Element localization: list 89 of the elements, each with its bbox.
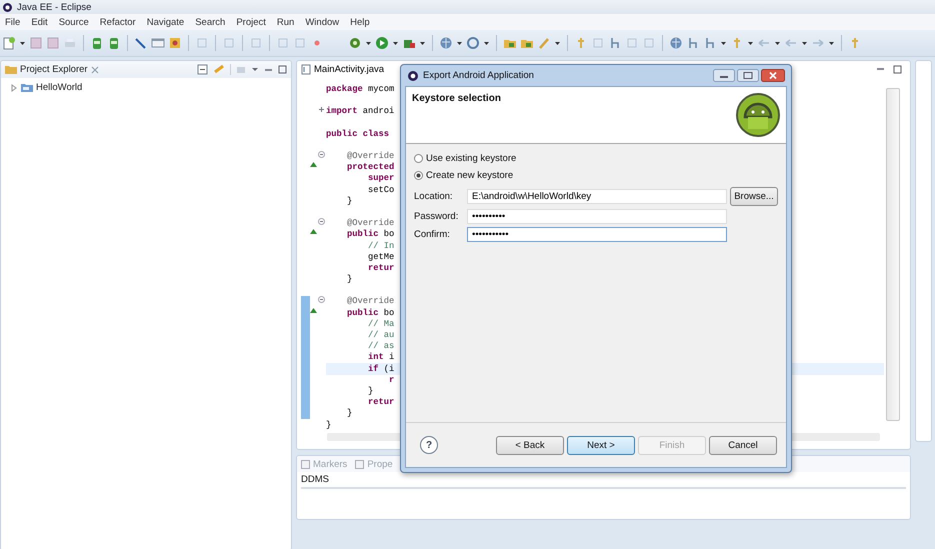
menu-item[interactable]: Run [272,16,300,28]
minimize-button[interactable] [713,69,735,82]
code-line: // Ma [367,318,394,330]
collapse-icon[interactable] [318,296,326,304]
code-line: @Override [346,218,394,230]
robot-icon [736,93,780,137]
panel-icon [301,460,310,468]
code-line: setCo [367,184,394,196]
branch-icon[interactable] [686,36,700,50]
code-line: @Override [346,151,394,162]
puzzle-icon[interactable] [168,36,182,50]
menu-item[interactable]: File [0,16,26,28]
code-line: retur [367,262,394,274]
menu-item[interactable]: Navigate [142,16,190,28]
field-label: Password: [414,211,460,222]
code-line: @Override [346,296,394,308]
code-line: r [388,374,394,386]
radio-button[interactable] [414,154,423,162]
wizard-button[interactable]: Next > [567,436,635,454]
code-line: } [346,408,352,420]
cylinder-icon[interactable] [90,36,104,50]
maximize-icon[interactable] [278,65,287,74]
menu-item[interactable]: Project [231,16,272,28]
code-line: super [367,173,394,184]
view-tab[interactable]: Project Explorer [20,64,88,75]
code-line: public bo [346,308,394,319]
help-button[interactable]: ? [420,436,438,454]
code-line: retur [367,397,394,408]
code-line: } [346,196,352,207]
menu-item[interactable]: Window [300,16,346,28]
view-menu-icon[interactable] [251,66,259,74]
code-line: getMe [367,252,394,263]
code-line: public bo [346,229,394,240]
close-icon[interactable] [90,66,99,74]
code-line: } [346,274,352,286]
panel-icon [355,460,364,468]
java-file-icon [301,64,311,75]
dialog-title: Export Android Application [423,70,534,81]
code-line: protected [346,162,394,174]
gear-icon[interactable] [348,36,362,50]
expand-icon[interactable] [318,106,326,114]
ring-icon [407,70,419,82]
window-title: Java EE - Eclipse [17,2,92,12]
code-line: if (i [367,364,394,375]
restore-button[interactable] [737,69,759,82]
play-icon[interactable] [375,36,389,50]
menu-item[interactable]: Search [190,16,232,28]
vertical-scrollbar[interactable] [886,88,900,421]
input-field[interactable]: ••••••••••• [467,227,727,242]
radio-button[interactable] [414,170,423,180]
branch-icon[interactable] [608,36,622,50]
folder-icon [21,82,33,93]
code-line: int i [367,352,394,364]
window-icon[interactable] [151,36,165,50]
code-line: } [367,386,374,397]
menu-item[interactable]: Refactor [94,16,142,28]
wizard-button[interactable]: Cancel [709,436,777,454]
folder-icon [5,64,17,75]
collapse-icon[interactable] [318,150,326,158]
radio-label[interactable]: Use existing keystore [426,152,516,164]
expand-arrow-icon[interactable] [10,84,18,92]
radio-label[interactable]: Create new keystore [426,170,514,180]
collapse-all-icon[interactable] [197,64,208,75]
maximize-icon[interactable] [893,64,902,74]
input-field[interactable]: E:\android\w\HelloWorld\key [467,189,727,204]
menu-item[interactable]: Edit [26,16,54,28]
field-label: Confirm: [414,229,451,240]
wizard-button[interactable]: < Back [496,436,564,454]
tree-item[interactable]: HelloWorld [36,82,82,93]
code-line: } [326,420,332,431]
page-title: Keystore selection [412,93,501,105]
browse-button[interactable]: Browse... [730,187,778,206]
editor-tab[interactable]: MainActivity.java [314,64,384,75]
code-line: // In [367,240,394,252]
field-label: Location: [414,191,454,202]
code-line: // as [367,341,394,352]
ring-icon [2,2,13,12]
code-line: package mycom [326,84,394,95]
menu-item[interactable]: Help [345,16,376,28]
close-button[interactable] [761,69,785,82]
menu-item[interactable]: Source [54,16,95,28]
view-title: DDMS [301,474,329,485]
globe-icon[interactable] [669,36,683,50]
input-field[interactable]: •••••••••• [467,209,727,224]
code-line: public class [326,128,390,140]
code-line: import androi [326,106,394,118]
collapse-icon[interactable] [318,218,326,226]
cylinder-icon[interactable] [107,36,121,50]
code-line: // au [367,330,394,342]
